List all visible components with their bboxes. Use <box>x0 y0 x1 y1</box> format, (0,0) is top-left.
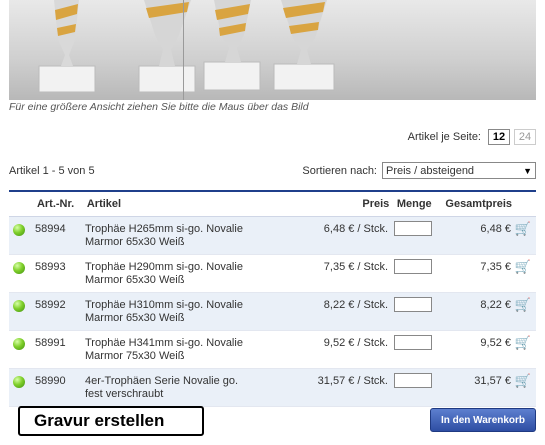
cart-icon[interactable]: 🛒 <box>515 259 531 274</box>
article-number: 58992 <box>35 299 66 311</box>
per-page-option-12[interactable]: 12 <box>488 129 510 145</box>
article-name[interactable]: Trophäe H341mm si-go. Novalie Marmor 75x… <box>85 335 270 363</box>
per-page-label: Artikel je Seite: <box>407 131 481 143</box>
article-name-line1: Trophäe H265mm si-go. Novalie <box>85 223 243 235</box>
total-price: 9,52 € <box>480 337 511 349</box>
unit-price: 9,52 € / Stck. <box>323 337 388 349</box>
article-name-line1: Trophäe H341mm si-go. Novalie <box>85 337 243 349</box>
availability-icon <box>13 262 25 274</box>
engraving-button[interactable]: Gravur erstellen <box>18 406 204 436</box>
image-hint: Für eine größere Ansicht ziehen Sie bitt… <box>9 101 309 113</box>
header-price: Preis <box>362 198 390 210</box>
header-qty: Menge <box>396 198 432 210</box>
total-price: 7,35 € <box>480 261 511 273</box>
per-page-option-24[interactable]: 24 <box>514 129 536 145</box>
quantity-input[interactable] <box>394 335 432 350</box>
unit-price: 31,57 € / Stck. <box>317 375 388 387</box>
unit-price: 6,48 € / Stck. <box>323 223 388 235</box>
header-article: Artikel <box>86 197 122 210</box>
article-name-line1: Trophäe H310mm si-go. Novalie <box>85 299 243 311</box>
total-price: 6,48 € <box>480 223 511 235</box>
sort-select-value: Preis / absteigend <box>386 164 475 177</box>
sort-control: Sortieren nach: Preis / absteigend ▼ <box>302 162 536 179</box>
header-nr: Art.-Nr. <box>36 198 75 210</box>
article-number: 58994 <box>35 223 66 235</box>
availability-icon <box>13 224 25 236</box>
article-number: 58991 <box>35 337 66 349</box>
article-name[interactable]: Trophäe H290mm si-go. Novalie Marmor 65x… <box>85 259 270 287</box>
product-table: Art.-Nr. Artikel Preis Menge Gesamtpreis… <box>9 190 536 407</box>
product-image[interactable] <box>9 0 536 100</box>
sort-select[interactable]: Preis / absteigend ▼ <box>382 162 536 179</box>
quantity-input[interactable] <box>394 373 432 388</box>
total-price: 31,57 € <box>474 375 511 387</box>
table-row: 58990 4er-Trophäen Serie Novalie go. fes… <box>9 369 536 407</box>
cart-icon[interactable]: 🛒 <box>515 373 531 388</box>
table-row: 58991 Trophäe H341mm si-go. Novalie Marm… <box>9 331 536 369</box>
image-divider <box>183 0 184 100</box>
table-header: Art.-Nr. Artikel Preis Menge Gesamtpreis <box>9 192 536 217</box>
chevron-down-icon: ▼ <box>523 165 532 176</box>
cart-icon[interactable]: 🛒 <box>515 335 531 350</box>
total-price: 8,22 € <box>480 299 511 311</box>
article-name-line2: fest verschraubt <box>85 388 164 400</box>
article-name-line2: Marmor 65x30 Weiß <box>85 274 185 286</box>
article-number: 58993 <box>35 261 66 273</box>
quantity-input[interactable] <box>394 259 432 274</box>
table-row: 58994 Trophäe H265mm si-go. Novalie Marm… <box>9 217 536 255</box>
article-name[interactable]: Trophäe H310mm si-go. Novalie Marmor 65x… <box>85 297 270 325</box>
unit-price: 7,35 € / Stck. <box>323 261 388 273</box>
trophies-image <box>38 0 335 93</box>
article-name[interactable]: Trophäe H265mm si-go. Novalie Marmor 65x… <box>85 221 270 249</box>
sort-label: Sortieren nach: <box>302 164 377 177</box>
table-footer: Gravur erstellen In den Warenkorb <box>9 406 536 440</box>
table-row: 58993 Trophäe H290mm si-go. Novalie Marm… <box>9 255 536 293</box>
article-name-line2: Marmor 75x30 Weiß <box>85 350 185 362</box>
article-name[interactable]: 4er-Trophäen Serie Novalie go. fest vers… <box>85 373 270 401</box>
article-name-line1: 4er-Trophäen Serie Novalie go. <box>85 375 239 387</box>
unit-price: 8,22 € / Stck. <box>323 299 388 311</box>
add-to-cart-button[interactable]: In den Warenkorb <box>430 408 536 432</box>
availability-icon <box>13 376 25 388</box>
per-page-selector: Artikel je Seite: 12 24 <box>408 129 536 145</box>
article-count: Artikel 1 - 5 von 5 <box>9 165 95 177</box>
table-row: 58992 Trophäe H310mm si-go. Novalie Marm… <box>9 293 536 331</box>
article-name-line1: Trophäe H290mm si-go. Novalie <box>85 261 243 273</box>
article-name-line2: Marmor 65x30 Weiß <box>85 312 185 324</box>
article-name-line2: Marmor 65x30 Weiß <box>85 236 185 248</box>
availability-icon <box>13 300 25 312</box>
quantity-input[interactable] <box>394 221 432 236</box>
header-total: Gesamtpreis <box>445 198 513 210</box>
availability-icon <box>13 338 25 350</box>
cart-icon[interactable]: 🛒 <box>515 297 531 312</box>
article-number: 58990 <box>35 375 66 387</box>
quantity-input[interactable] <box>394 297 432 312</box>
cart-icon[interactable]: 🛒 <box>515 221 531 236</box>
